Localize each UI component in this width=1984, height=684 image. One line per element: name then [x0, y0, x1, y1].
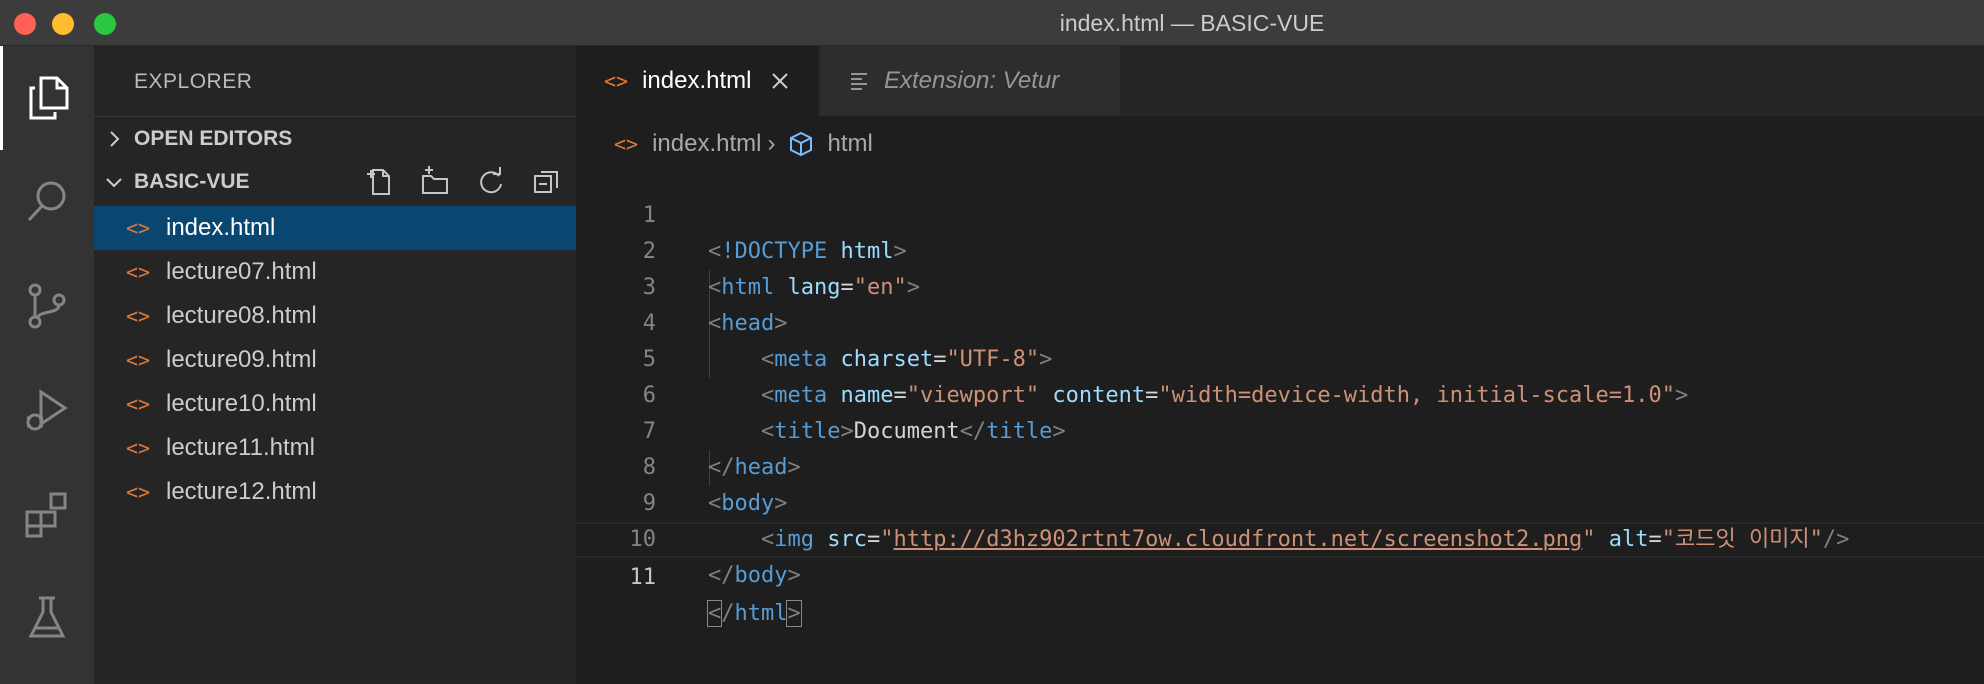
html-file-icon: <>	[126, 348, 151, 372]
close-tab-button[interactable]	[767, 68, 793, 94]
activity-extensions[interactable]	[0, 462, 94, 566]
html-file-icon: <>	[126, 304, 151, 328]
code-line: 7 </head>	[576, 378, 1984, 480]
code-line: 9 <img src="http://d3hz902rtnt7ow.cloudf…	[576, 450, 1984, 552]
file-name: lecture08.html	[166, 302, 317, 329]
file-name: lecture11.html	[166, 434, 315, 461]
activity-run-debug[interactable]	[0, 358, 94, 462]
activity-search[interactable]	[0, 150, 94, 254]
close-icon	[772, 73, 789, 89]
code-editor[interactable]: 1 <!DOCTYPE html> 2 <html lang="en"> 3 <…	[576, 162, 1984, 627]
collapse-all-button[interactable]	[524, 164, 570, 200]
html-file-icon: <>	[126, 480, 151, 504]
file-item-lecture09[interactable]: <> lecture09.html	[94, 338, 576, 382]
code-line: 3 <head>	[576, 234, 1984, 336]
html-file-icon: <>	[126, 216, 151, 240]
code-token: html	[734, 601, 788, 626]
collapse-all-icon	[534, 171, 558, 193]
chevron-right-icon: ›	[767, 130, 776, 157]
files-icon	[29, 76, 68, 120]
file-name: lecture07.html	[166, 258, 317, 285]
editor-area: <> index.html Extension: Vetur <> index.…	[576, 46, 1984, 684]
activity-testing[interactable]	[0, 566, 94, 670]
html-file-icon: <>	[126, 392, 151, 416]
code-line: 1 <!DOCTYPE html>	[576, 162, 1984, 264]
code-line: 5 <meta name="viewport" content="width=d…	[576, 306, 1984, 408]
chevron-right-icon	[94, 128, 134, 150]
explorer-sidebar: EXPLORER OPEN EDITORS BASIC-VUE <> index…	[94, 46, 576, 684]
symbol-cube-icon	[790, 131, 813, 157]
tab-label: Extension: Vetur	[884, 67, 1060, 94]
activity-bar	[0, 46, 94, 684]
source-control-icon	[28, 283, 66, 329]
file-name: index.html	[166, 214, 276, 241]
tab-index-html[interactable]: <> index.html	[576, 46, 818, 116]
file-name: lecture10.html	[166, 390, 317, 417]
refresh-icon	[480, 167, 502, 194]
open-editors-section[interactable]: OPEN EDITORS	[94, 116, 576, 160]
activity-explorer[interactable]	[0, 46, 94, 150]
editor-tabs: <> index.html Extension: Vetur	[576, 46, 1984, 116]
code-line: 4 <meta charset="UTF-8">	[576, 270, 1984, 372]
file-item-lecture07[interactable]: <> lecture07.html	[94, 250, 576, 294]
breadcrumb: <> index.html › html	[614, 124, 873, 164]
search-icon	[27, 181, 66, 222]
open-editors-label: OPEN EDITORS	[134, 126, 293, 150]
run-debug-icon	[26, 389, 68, 431]
bracket-match: >	[786, 600, 802, 627]
html-file-icon: <>	[126, 260, 151, 284]
explorer-title: EXPLORER	[134, 70, 253, 93]
file-item-lecture12[interactable]: <> lecture12.html	[94, 470, 576, 514]
window-title: index.html — BASIC-VUE	[1059, 10, 1325, 36]
code-line: 10 </body>	[576, 486, 1984, 588]
new-file-button[interactable]	[356, 164, 402, 200]
title-bar: index.html — BASIC-VUE	[0, 0, 1984, 46]
file-name: lecture12.html	[166, 478, 317, 505]
code-token: body	[734, 563, 788, 588]
html-file-icon: <>	[614, 132, 639, 156]
new-folder-button[interactable]	[412, 164, 458, 200]
code-line: 6 <title>Document</title>	[576, 342, 1984, 444]
tab-extension-vetur[interactable]: Extension: Vetur	[820, 46, 1120, 116]
bracket-match: <	[706, 600, 723, 627]
file-item-index[interactable]: <> index.html	[94, 206, 576, 250]
html-file-icon: <>	[126, 436, 151, 460]
code-line: 8 <body>	[576, 414, 1984, 516]
new-file-icon	[367, 169, 390, 195]
code-line: 2 <html lang="en">	[576, 198, 1984, 300]
extensions-icon	[25, 492, 67, 538]
breadcrumb-symbol[interactable]: html	[827, 130, 872, 158]
file-item-lecture08[interactable]: <> lecture08.html	[94, 294, 576, 338]
file-list: <> index.html <> lecture07.html <> lectu…	[94, 206, 576, 514]
code-line-current: 11 </html>	[576, 522, 1984, 627]
folder-label: BASIC-VUE	[134, 170, 250, 193]
line-number: 11	[629, 565, 657, 590]
file-item-lecture11[interactable]: <> lecture11.html	[94, 426, 576, 470]
chevron-down-icon	[94, 171, 134, 193]
file-name: lecture09.html	[166, 346, 317, 373]
preview-icon	[851, 73, 867, 90]
breadcrumb-file[interactable]: index.html	[652, 130, 761, 158]
testing-flask-icon	[28, 596, 66, 638]
folder-section[interactable]: BASIC-VUE	[94, 160, 576, 204]
activity-source-control[interactable]	[0, 254, 94, 358]
html-file-icon: <>	[604, 69, 629, 93]
new-folder-icon	[422, 166, 448, 194]
file-item-lecture10[interactable]: <> lecture10.html	[94, 382, 576, 426]
tab-label: index.html	[642, 67, 752, 94]
refresh-button[interactable]	[468, 164, 514, 200]
